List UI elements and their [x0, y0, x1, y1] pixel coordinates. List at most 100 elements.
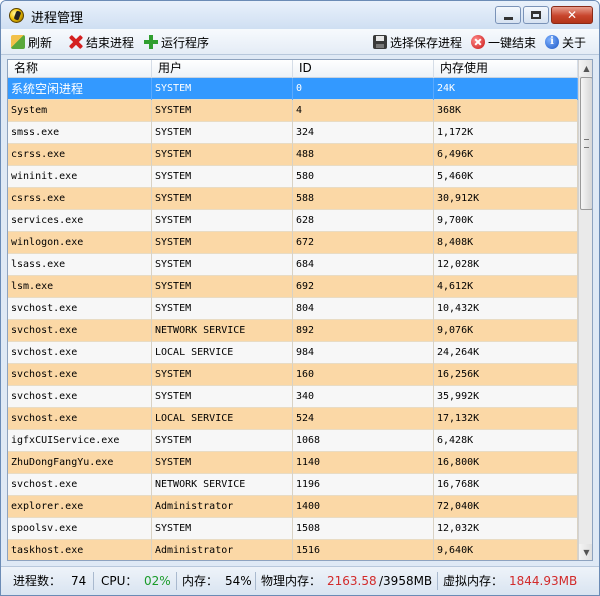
- process-name-cell: csrss.exe: [8, 144, 152, 166]
- process-name-cell: svchost.exe: [8, 298, 152, 320]
- pid-cell: 628: [293, 210, 434, 232]
- user-cell: LOCAL SERVICE: [152, 408, 293, 430]
- table-row[interactable]: 系统空闲进程 SYSTEM 0 24K: [8, 78, 578, 100]
- refresh-button[interactable]: 刷新: [11, 33, 52, 51]
- physical-memory-used: 2163.58: [327, 574, 377, 588]
- scroll-down-arrow-icon[interactable]: ▼: [579, 544, 592, 560]
- process-name-cell: spoolsv.exe: [8, 518, 152, 540]
- minimize-button[interactable]: [495, 6, 521, 24]
- table-row[interactable]: svchost.exe NETWORK SERVICE 1196 16,768K: [8, 474, 578, 496]
- close-icon: ✕: [566, 8, 578, 22]
- end-process-icon: [69, 35, 83, 49]
- cpu-value: 02%: [144, 574, 171, 588]
- process-name-cell: smss.exe: [8, 122, 152, 144]
- table-row[interactable]: svchost.exe SYSTEM 804 10,432K: [8, 298, 578, 320]
- memory-usage-cell: 16,800K: [434, 452, 578, 474]
- user-cell: SYSTEM: [152, 188, 293, 210]
- maximize-icon: [531, 11, 541, 19]
- table-row[interactable]: lsass.exe SYSTEM 684 12,028K: [8, 254, 578, 276]
- app-logo-icon: [9, 8, 24, 23]
- memory-value: 54%: [225, 574, 252, 588]
- table-row[interactable]: ZhuDongFangYu.exe SYSTEM 1140 16,800K: [8, 452, 578, 474]
- vertical-scrollbar[interactable]: ▲ ▼: [578, 60, 592, 560]
- table-row[interactable]: wininit.exe SYSTEM 580 5,460K: [8, 166, 578, 188]
- user-cell: SYSTEM: [152, 210, 293, 232]
- one-key-end-button[interactable]: 一键结束: [471, 33, 536, 51]
- table-row[interactable]: svchost.exe LOCAL SERVICE 984 24,264K: [8, 342, 578, 364]
- column-header-user[interactable]: 用户: [152, 60, 293, 78]
- scroll-thumb[interactable]: [580, 77, 592, 210]
- pid-cell: 692: [293, 276, 434, 298]
- table-row[interactable]: taskhost.exe Administrator 1516 9,640K: [8, 540, 578, 560]
- table-row[interactable]: lsm.exe SYSTEM 692 4,612K: [8, 276, 578, 298]
- pid-cell: 160: [293, 364, 434, 386]
- table-row[interactable]: svchost.exe NETWORK SERVICE 892 9,076K: [8, 320, 578, 342]
- memory-usage-cell: 35,992K: [434, 386, 578, 408]
- user-cell: SYSTEM: [152, 166, 293, 188]
- pid-cell: 1140: [293, 452, 434, 474]
- user-cell: SYSTEM: [152, 386, 293, 408]
- table-row[interactable]: System SYSTEM 4 368K: [8, 100, 578, 122]
- window-title: 进程管理: [31, 11, 84, 26]
- run-program-button[interactable]: 运行程序: [144, 33, 209, 51]
- memory-usage-cell: 12,028K: [434, 254, 578, 276]
- table-row[interactable]: svchost.exe LOCAL SERVICE 524 17,132K: [8, 408, 578, 430]
- process-name-cell: winlogon.exe: [8, 232, 152, 254]
- end-process-button[interactable]: 结束进程: [69, 33, 134, 51]
- user-cell: SYSTEM: [152, 78, 293, 100]
- physical-memory-label: 物理内存：: [261, 574, 322, 588]
- table-row[interactable]: csrss.exe SYSTEM 588 30,912K: [8, 188, 578, 210]
- pid-cell: 1516: [293, 540, 434, 560]
- table-row[interactable]: explorer.exe Administrator 1400 72,040K: [8, 496, 578, 518]
- memory-usage-cell: 12,032K: [434, 518, 578, 540]
- column-header-id[interactable]: ID: [293, 60, 434, 78]
- table-row[interactable]: smss.exe SYSTEM 324 1,172K: [8, 122, 578, 144]
- process-name-cell: svchost.exe: [8, 408, 152, 430]
- status-divider: [93, 572, 94, 590]
- about-button[interactable]: i 关于: [545, 33, 586, 51]
- user-cell: SYSTEM: [152, 232, 293, 254]
- user-cell: SYSTEM: [152, 518, 293, 540]
- save-icon: [373, 35, 387, 49]
- run-program-icon: [144, 35, 158, 49]
- memory-usage-cell: 6,496K: [434, 144, 578, 166]
- table-row[interactable]: svchost.exe SYSTEM 160 16,256K: [8, 364, 578, 386]
- title-bar[interactable]: 进程管理 ✕: [1, 1, 599, 29]
- user-cell: SYSTEM: [152, 254, 293, 276]
- table-row[interactable]: winlogon.exe SYSTEM 672 8,408K: [8, 232, 578, 254]
- process-name-cell: ZhuDongFangYu.exe: [8, 452, 152, 474]
- maximize-button[interactable]: [523, 6, 549, 24]
- pid-cell: 984: [293, 342, 434, 364]
- memory-usage-cell: 30,912K: [434, 188, 578, 210]
- user-cell: SYSTEM: [152, 298, 293, 320]
- pid-cell: 1196: [293, 474, 434, 496]
- close-button[interactable]: ✕: [551, 6, 593, 24]
- memory-usage-cell: 9,076K: [434, 320, 578, 342]
- table-row[interactable]: igfxCUIService.exe SYSTEM 1068 6,428K: [8, 430, 578, 452]
- refresh-label: 刷新: [28, 35, 53, 50]
- process-name-cell: svchost.exe: [8, 474, 152, 496]
- pid-cell: 684: [293, 254, 434, 276]
- table-row[interactable]: spoolsv.exe SYSTEM 1508 12,032K: [8, 518, 578, 540]
- process-list[interactable]: 名称 用户 ID 内存使用 系统空闲进程 SYSTEM 0 24K System SYST…: [7, 59, 593, 561]
- user-cell: NETWORK SERVICE: [152, 320, 293, 342]
- column-header-memory[interactable]: 内存使用: [434, 60, 578, 78]
- table-row[interactable]: services.exe SYSTEM 628 9,700K: [8, 210, 578, 232]
- table-row[interactable]: csrss.exe SYSTEM 488 6,496K: [8, 144, 578, 166]
- toolbar: 刷新 结束进程 运行程序 选择保存进程 一键结束 i 关于: [1, 29, 599, 55]
- process-name-cell: svchost.exe: [8, 386, 152, 408]
- save-processes-button[interactable]: 选择保存进程: [373, 33, 462, 51]
- pid-cell: 1508: [293, 518, 434, 540]
- pid-cell: 804: [293, 298, 434, 320]
- memory-usage-cell: 368K: [434, 100, 578, 122]
- status-divider: [437, 572, 438, 590]
- pid-cell: 488: [293, 144, 434, 166]
- process-name-cell: wininit.exe: [8, 166, 152, 188]
- scroll-up-arrow-icon[interactable]: ▲: [579, 60, 592, 76]
- column-header-name[interactable]: 名称: [8, 60, 152, 78]
- pid-cell: 0: [293, 78, 434, 100]
- table-row[interactable]: svchost.exe SYSTEM 340 35,992K: [8, 386, 578, 408]
- process-count-value: 74: [71, 574, 87, 588]
- one-key-end-icon: [471, 35, 485, 49]
- memory-usage-cell: 6,428K: [434, 430, 578, 452]
